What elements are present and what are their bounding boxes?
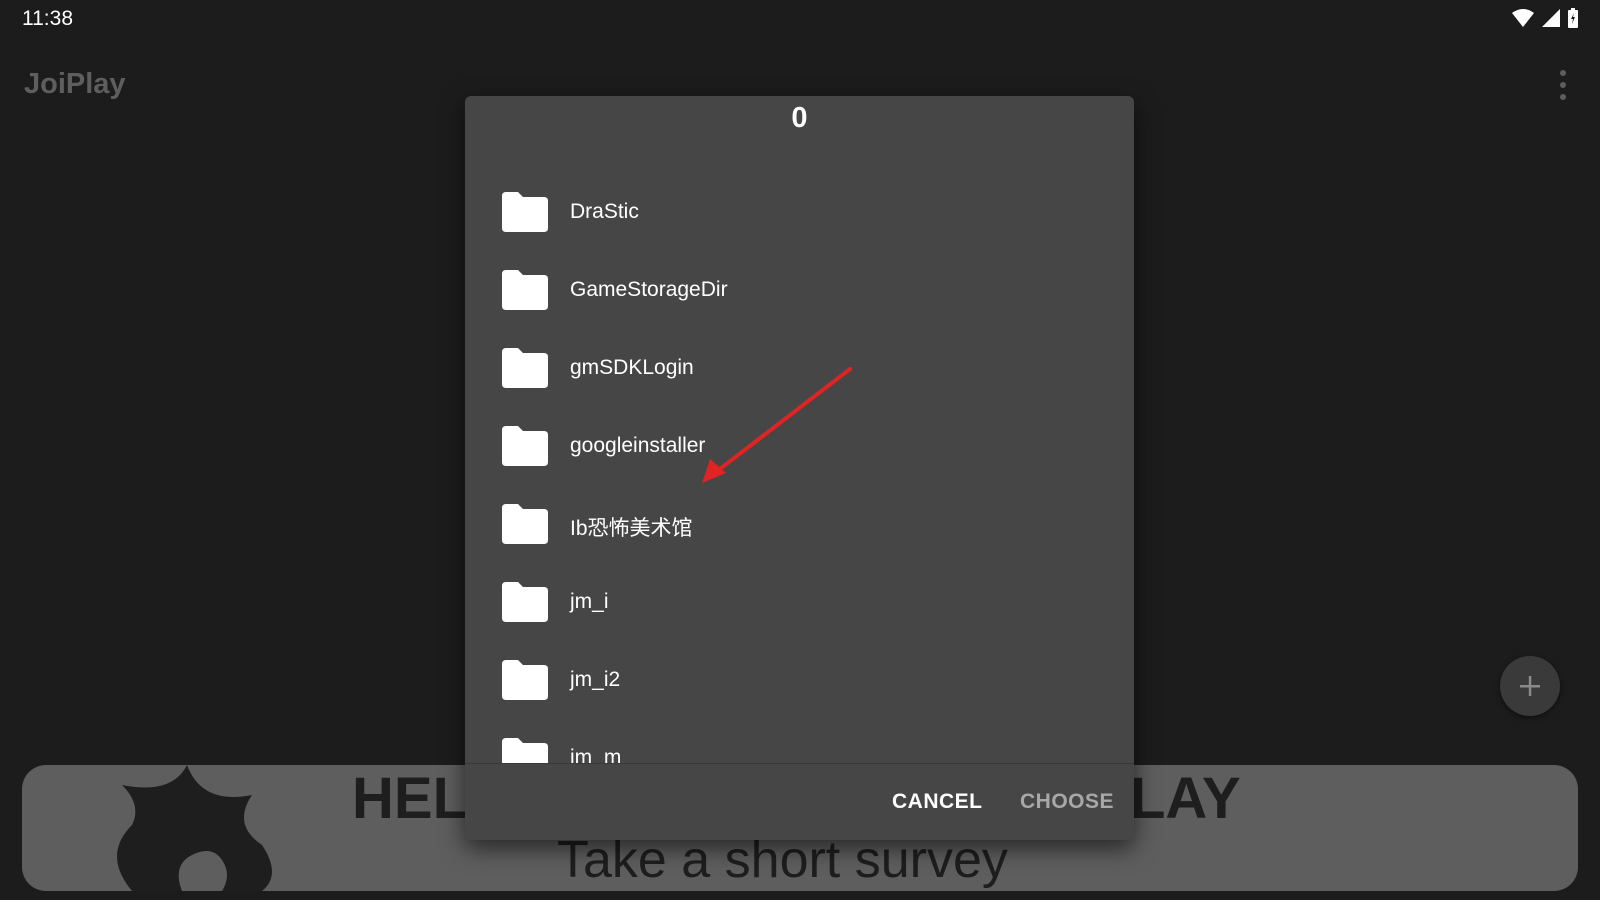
wifi-icon [1512, 9, 1534, 27]
choose-button[interactable]: CHOOSE [1020, 790, 1114, 814]
plus-icon [1520, 676, 1540, 696]
folder-item-jm-m[interactable]: jm_m [465, 719, 1134, 764]
folder-item-jm-i2[interactable]: jm_i2 [465, 641, 1134, 719]
folder-item-ib[interactable]: Ib恐怖美术馆 [465, 485, 1134, 563]
folder-label: jm_i [570, 590, 609, 613]
folder-label: Ib恐怖美术馆 [570, 517, 693, 540]
folder-label: gmSDKLogin [570, 356, 694, 379]
dialog-actions: CANCEL CHOOSE [465, 763, 1134, 840]
folder-label: DraStic [570, 200, 639, 223]
flame-logo-icon [117, 765, 272, 891]
cancel-button[interactable]: CANCEL [892, 790, 983, 814]
status-icons [1512, 8, 1578, 28]
menu-dot [1560, 70, 1566, 76]
folder-icon [502, 270, 548, 310]
folder-icon [502, 582, 548, 622]
cell-signal-icon [1542, 9, 1560, 27]
banner-headline-right: LAY [1130, 766, 1241, 831]
folder-label: GameStorageDir [570, 278, 728, 301]
folder-item-jm-i[interactable]: jm_i [465, 563, 1134, 641]
status-bar: 11:38 [0, 0, 1600, 36]
folder-icon [502, 192, 548, 232]
more-vert-icon[interactable] [1556, 70, 1570, 100]
status-time: 11:38 [22, 7, 73, 30]
annotation-arrow-icon [702, 367, 852, 483]
folder-icon [502, 348, 548, 388]
folder-label: jm_m [570, 746, 622, 764]
folder-icon [502, 738, 548, 764]
folder-icon [502, 426, 548, 466]
folder-item-drastic[interactable]: DraStic [465, 173, 1134, 251]
folder-item-gamestoragedir[interactable]: GameStorageDir [465, 251, 1134, 329]
battery-icon [1568, 8, 1578, 28]
banner-headline-left: HEL [352, 766, 468, 831]
app-title: JoiPlay [24, 68, 126, 100]
add-game-button[interactable] [1500, 656, 1560, 716]
menu-dot [1560, 82, 1566, 88]
folder-label: jm_i2 [570, 668, 621, 691]
menu-dot [1560, 94, 1566, 100]
folder-icon [502, 660, 548, 700]
folder-icon [502, 504, 548, 544]
dialog-title: 0 [791, 102, 808, 134]
folder-label: googleinstaller [570, 434, 706, 457]
